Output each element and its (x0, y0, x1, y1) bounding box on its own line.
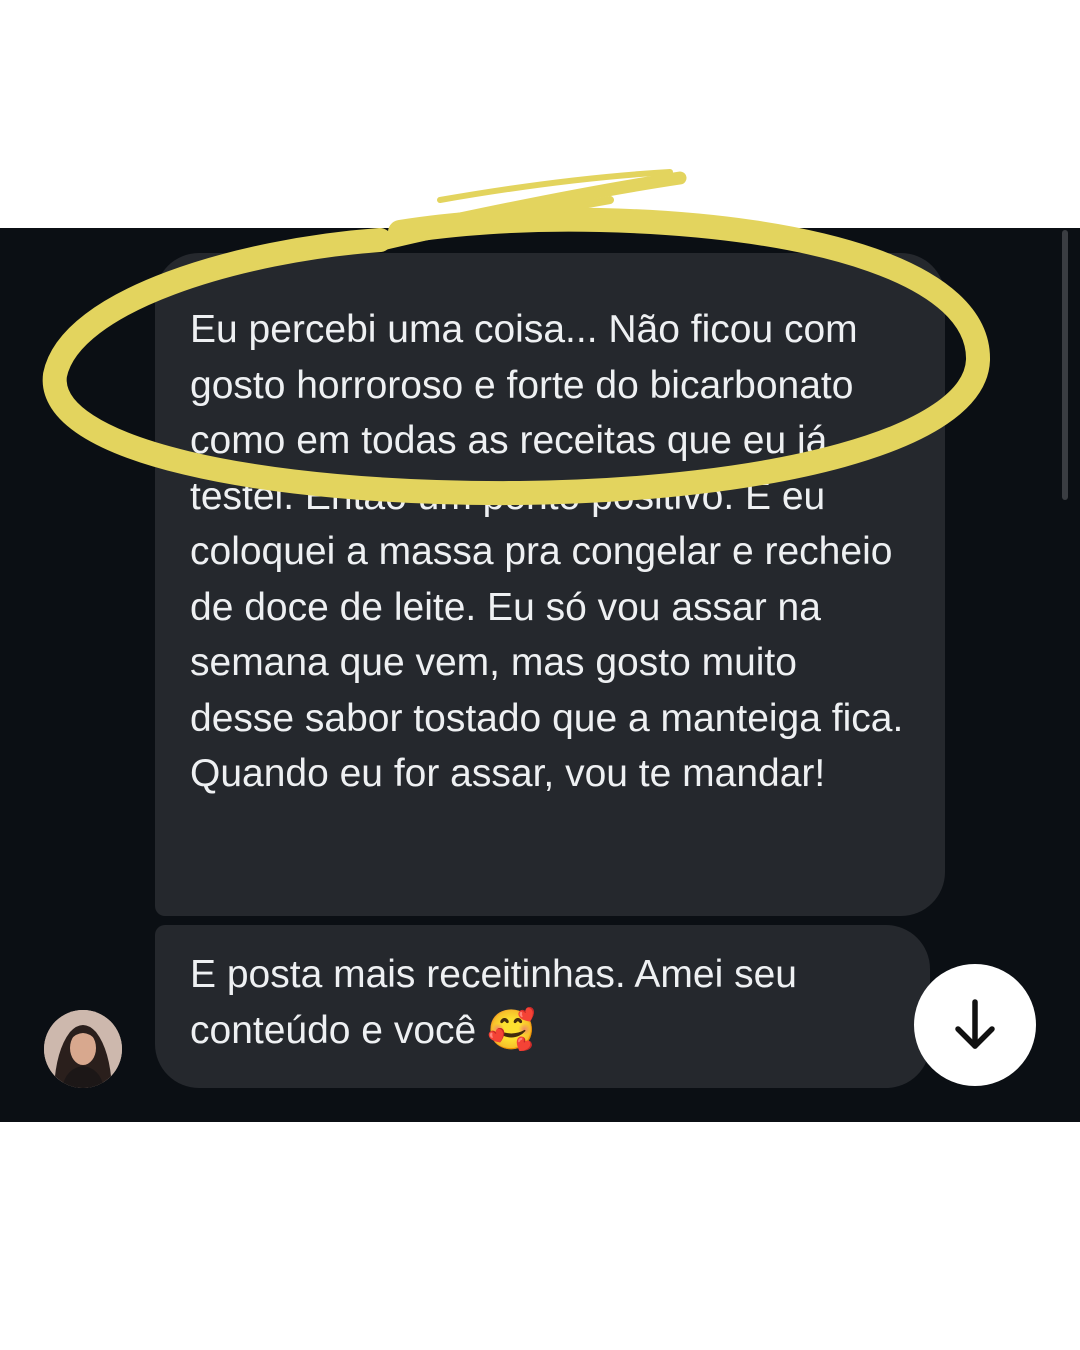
message-bubble[interactable]: E posta mais receitinhas. Amei seu conte… (155, 925, 930, 1088)
avatar-photo (44, 1010, 122, 1088)
message-text: E posta mais receitinhas. Amei seu conte… (190, 953, 797, 1052)
chat-panel: Eu percebi uma coisa... Não ficou com go… (0, 228, 1080, 1122)
scrollbar[interactable] (1062, 230, 1068, 500)
avatar[interactable] (44, 1010, 122, 1088)
arrow-down-icon (955, 999, 995, 1049)
scroll-to-bottom-button[interactable] (914, 964, 1036, 1086)
message-bubble[interactable]: Eu percebi uma coisa... Não ficou com go… (155, 253, 945, 916)
message-text: Eu percebi uma coisa... Não ficou com go… (190, 308, 904, 795)
